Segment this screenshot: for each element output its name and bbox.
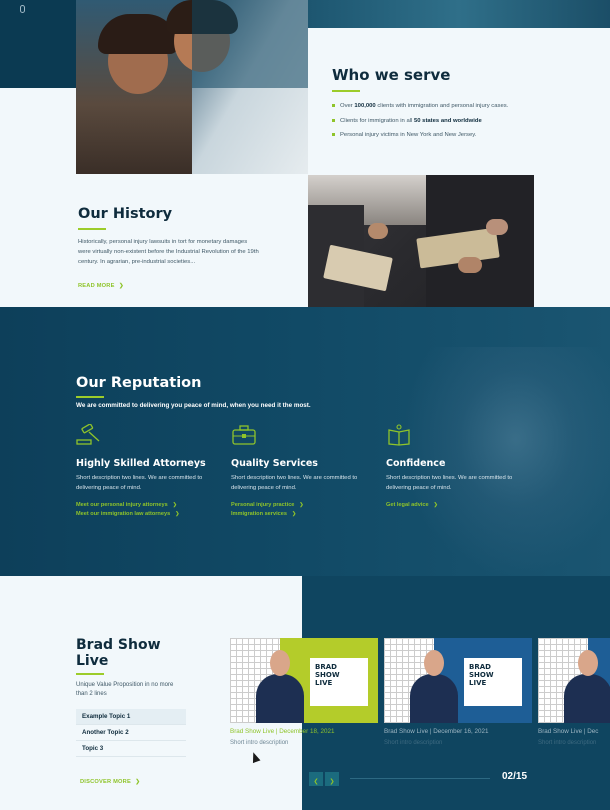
thumbnail-title: BRAD SHOW LIVE [469,663,494,687]
reputation-column: Confidence Short description two lines. W… [386,424,531,508]
history-section: Our History Historically, personal injur… [78,206,268,292]
show-uvp: Unique Value Proposition in no more than… [76,682,174,697]
show-section: Brad Show Live Unique Value Proposition … [76,637,196,788]
topic-item[interactable]: Topic 3 [76,741,186,757]
link-label: Immigration services [231,511,287,517]
card-title: Brad Show Live | Dec [538,728,599,735]
link-label: Meet our personal injury attorneys [76,502,168,508]
title-underline [76,673,104,675]
carousel-prev-button[interactable]: ❮ [309,772,323,786]
discover-more-link[interactable]: DISCOVER MORE ❯ [76,770,196,788]
presenter-figure [410,674,458,723]
topic-list: Example Topic 1 Another Topic 2 Topic 3 [76,709,186,757]
presenter-head [578,650,598,676]
chevron-right-icon: ❯ [119,283,124,289]
chevron-right-icon: ❯ [172,502,177,508]
show-card[interactable]: BRAD SHOW LIVE Brad Show Live | December … [230,638,378,746]
reputation-column: Highly Skilled Attorneys Short descriptio… [76,423,221,517]
card-title: Brad Show Live | December 18, 2021 [230,728,335,735]
serve-text: Personal injury victims in New York and … [340,132,477,138]
title-underline [76,396,104,398]
gavel-icon [76,423,221,451]
column-title: Confidence [386,458,446,469]
presenter-figure [564,674,610,723]
bullet-icon [332,118,335,122]
bullet-icon [332,104,335,107]
reputation-content: Our Reputation We are committed to deliv… [76,375,556,409]
card-description: Short intro description [230,740,289,746]
video-thumbnail: BRAD SHOW LIVE [230,638,378,723]
history-title: Our History [78,206,173,222]
bullet-icon [332,133,335,136]
top-right-building-band [308,0,610,28]
serve-list-item: Clients for immigration in all 50 states… [332,114,592,129]
serve-bold: 50 states and worldwide [413,117,482,124]
topic-item[interactable]: Another Topic 2 [76,725,186,741]
column-link[interactable]: Meet our personal injury attorneys ❯ [76,502,221,508]
thumbnail-title: BRAD SHOW LIVE [315,663,340,687]
serve-text: clients with immigration and personal in… [375,103,509,109]
topic-item[interactable]: Example Topic 1 [76,709,186,725]
reputation-column: Quality Services Short description two li… [231,424,376,517]
show-card[interactable]: BRAD SHOW LIVE Brad Show Live | December … [384,638,532,746]
reputation-columns: Highly Skilled Attorneys Short descriptio… [76,423,546,524]
mouse-icon [20,5,25,13]
presenter-figure [256,674,304,723]
chevron-left-icon: ❮ [313,779,319,785]
serve-text: Over [340,103,355,109]
video-thumbnail: BRAD SHOW LIVE [384,638,532,723]
column-description: Short description two lines. We are comm… [76,475,203,491]
mother-daughter-photo [76,0,308,174]
link-label: Meet our immigration law attorneys [76,511,171,517]
briefcase-icon [231,424,376,451]
show-title-card: BRAD SHOW LIVE [310,658,368,706]
show-title-card: BRAD SHOW LIVE [464,658,522,706]
card-title: Brad Show Live | December 16, 2021 [384,728,489,735]
serve-text: Clients for immigration in all [340,117,414,124]
serve-bold: 100,000 [354,103,376,109]
history-body: Historically, personal injury lawsuits i… [78,239,259,265]
chevron-right-icon: ❯ [299,502,304,508]
read-more-label: READ MORE [78,283,115,289]
chevron-right-icon: ❯ [329,779,335,785]
video-thumbnail [538,638,610,723]
carousel-next-button[interactable]: ❯ [325,772,339,786]
show-carousel: BRAD SHOW LIVE Brad Show Live | December … [230,638,610,758]
who-we-serve-title: Who we serve [332,66,451,84]
who-we-serve-section: Who we serve Over 100,000 clients with i… [332,66,592,143]
column-title: Quality Services [231,458,318,469]
chevron-right-icon: ❯ [175,511,180,517]
show-card[interactable]: Brad Show Live | Dec Short intro descript… [538,638,610,746]
book-icon [386,424,531,451]
card-description: Short intro description [538,740,597,746]
column-link[interactable]: Personal injury practice ❯ [231,502,376,508]
column-link[interactable]: Immigration services ❯ [231,511,376,517]
title-underline [332,90,360,92]
carousel-pager: 02/15 [502,771,528,782]
read-more-link[interactable]: READ MORE ❯ [78,274,268,292]
presenter-head [424,650,444,676]
serve-list-item: Over 100,000 clients with immigration an… [332,99,592,114]
serve-list-item: Personal injury victims in New York and … [332,128,592,143]
who-we-serve-list: Over 100,000 clients with immigration an… [332,99,592,143]
chevron-right-icon: ❯ [135,779,141,785]
carousel-progress-track [350,778,490,779]
top-left-band [0,0,78,88]
column-description: Short description two lines. We are comm… [386,475,513,491]
discover-more-label: DISCOVER MORE [80,779,131,785]
presenter-head [270,650,290,676]
show-title: Brad Show Live [76,637,161,669]
column-description: Short description two lines. We are comm… [231,475,358,491]
card-description: Short intro description [384,740,443,746]
title-underline [78,228,106,230]
chevron-right-icon: ❯ [291,511,297,517]
link-label: Get legal advice [386,502,429,508]
column-title: Highly Skilled Attorneys [76,458,206,469]
chevron-right-icon: ❯ [433,502,438,508]
column-link[interactable]: Get legal advice ❯ [386,502,531,508]
link-label: Personal injury practice [231,502,295,508]
reputation-subtitle: We are committed to delivering you peace… [76,402,311,409]
reputation-title: Our Reputation [76,375,202,391]
column-link[interactable]: Meet our immigration law attorneys ❯ [76,511,221,517]
